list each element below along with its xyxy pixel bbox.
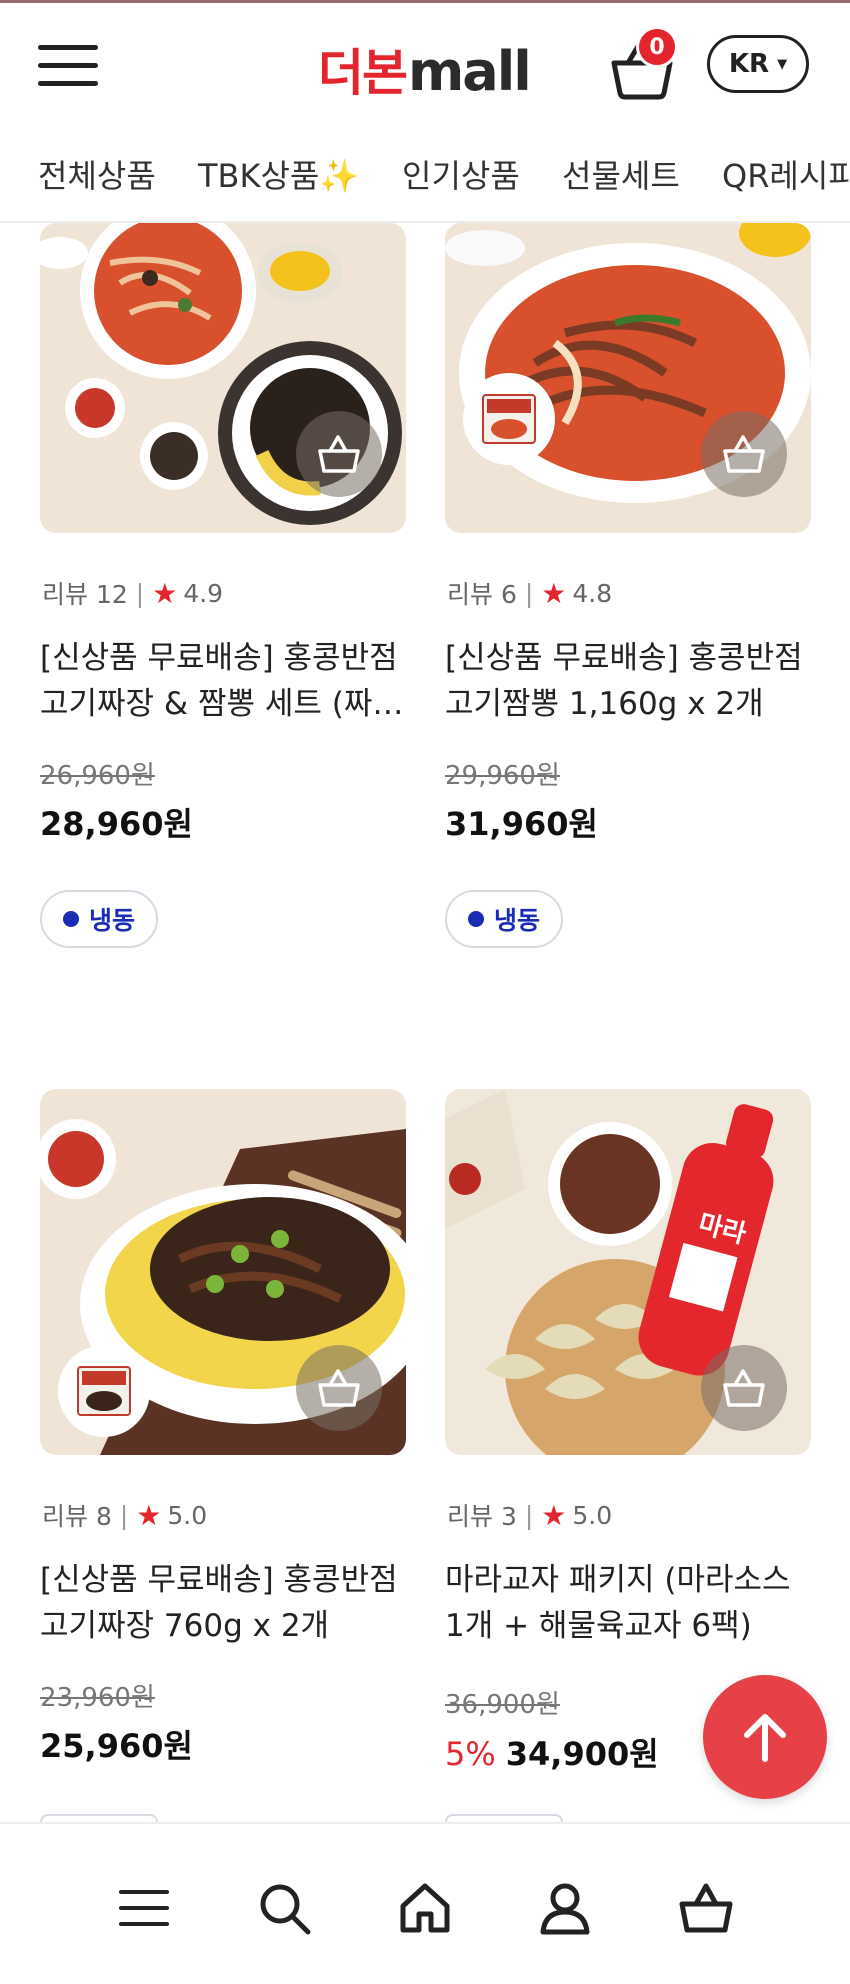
product-title-line: [신상품 무료배송] 홍콩반점: [40, 1562, 398, 1598]
hamburger-icon: [38, 45, 98, 50]
add-to-cart-button[interactable]: [701, 1345, 787, 1431]
search-icon: [260, 1884, 311, 1935]
review-rating: 리뷰 3 | ★ 5.0: [447, 1497, 612, 1533]
bottom-cart-button[interactable]: [676, 1878, 736, 1938]
product-title-line: 고기짜장 & 짬뽕 세트 (짜…: [40, 686, 404, 722]
bottom-navigation: [0, 1822, 850, 1984]
product-title-line: [신상품 무료배송] 홍콩반점: [445, 640, 803, 676]
package-icon: [482, 394, 536, 444]
product-title[interactable]: [신상품 무료배송] 홍콩반점 고기짬뽕 1,160g x 2개: [445, 635, 811, 727]
price-value: 34,900원: [505, 1735, 659, 1773]
bottom-search-button[interactable]: [254, 1878, 314, 1938]
product-title-line: [신상품 무료배송] 홍콩반점: [40, 640, 398, 676]
add-to-cart-button[interactable]: [296, 411, 382, 497]
add-to-cart-button[interactable]: [296, 1345, 382, 1431]
product-title-line: 1개 + 해물육교자 6팩): [445, 1608, 752, 1644]
package-badge: [463, 373, 555, 465]
divider: |: [524, 578, 534, 608]
tag-label: 냉동: [493, 906, 540, 935]
sale-price: 5% 34,900원: [445, 1729, 659, 1775]
rating-value: 5.0: [167, 1500, 208, 1530]
arrow-up-icon: [744, 1714, 786, 1762]
star-icon: ★: [541, 576, 567, 610]
basket-icon: [679, 1883, 733, 1933]
language-label: KR: [728, 49, 770, 79]
product-image[interactable]: [445, 223, 811, 533]
caret-down-icon: ▼: [777, 56, 788, 72]
product-image[interactable]: [40, 1089, 406, 1455]
rating-value: 4.9: [183, 578, 224, 608]
original-price: 26,960원: [40, 761, 155, 791]
hamburger-icon-bar: [38, 81, 98, 86]
basket-icon: [723, 435, 765, 473]
basket-icon: [318, 435, 360, 473]
frozen-tag: 냉동: [445, 890, 563, 948]
product-title-line: 고기짜장 760g x 2개: [40, 1608, 330, 1644]
package-badge: [58, 1345, 150, 1437]
package-icon: [77, 1366, 131, 1416]
dot-icon: [467, 911, 484, 927]
cart-count-badge: 0: [636, 26, 678, 68]
price-value: 31,960원: [445, 805, 598, 843]
tag-peek: [445, 1814, 563, 1822]
star-icon: ★: [136, 1498, 162, 1532]
brand-logo[interactable]: 더본 mall: [318, 33, 532, 103]
review-count: 리뷰 6: [447, 580, 517, 609]
app-header: 더본 mall 0 KR ▼: [0, 3, 850, 125]
add-to-cart-button[interactable]: [701, 411, 787, 497]
bottom-menu-button[interactable]: [114, 1878, 174, 1938]
discount-rate: 5%: [445, 1735, 496, 1773]
review-count: 리뷰 3: [447, 1502, 517, 1531]
product-title[interactable]: [신상품 무료배송] 홍콩반점 고기짜장 760g x 2개: [40, 1557, 406, 1649]
sale-price: 31,960원: [445, 799, 598, 845]
divider: |: [524, 1500, 534, 1530]
review-rating: 리뷰 12 | ★ 4.9: [42, 575, 223, 611]
star-icon: ★: [152, 576, 178, 610]
price-value: 25,960원: [40, 1727, 193, 1765]
product-title[interactable]: 마라교자 패키지 (마라소스 1개 + 해물육교자 6팩): [445, 1557, 811, 1649]
product-title-line: 마라교자 패키지 (마라소스: [445, 1562, 791, 1598]
rating-value: 4.8: [572, 578, 613, 608]
dot-icon: [62, 911, 79, 927]
product-card[interactable]: 리뷰 8 | ★ 5.0 [신상품 무료배송] 홍콩반점 고기짜장 760g x…: [40, 1089, 406, 1829]
price-value: 28,960원: [40, 805, 193, 843]
product-image[interactable]: [40, 223, 406, 533]
rating-value: 5.0: [572, 1500, 613, 1530]
tag-label: 냉동: [88, 906, 135, 935]
review-rating: 리뷰 6 | ★ 4.8: [447, 575, 612, 611]
hamburger-icon-bar: [38, 63, 98, 68]
review-count: 리뷰 8: [42, 1502, 112, 1531]
frozen-tag: 냉동: [40, 890, 158, 948]
product-title-line: 고기짬뽕 1,160g x 2개: [445, 686, 764, 722]
user-icon: [540, 1883, 590, 1935]
hamburger-icon: [119, 1890, 169, 1926]
bottom-home-button[interactable]: [395, 1878, 455, 1938]
review-rating: 리뷰 8 | ★ 5.0: [42, 1497, 207, 1533]
star-icon: ★: [541, 1498, 567, 1532]
original-price: 23,960원: [40, 1683, 155, 1713]
product-card[interactable]: 리뷰 6 | ★ 4.8 [신상품 무료배송] 홍콩반점 고기짬뽕 1,160g…: [445, 167, 811, 967]
scroll-to-top-button[interactable]: [703, 1675, 827, 1799]
divider: |: [135, 578, 145, 608]
basket-icon: [318, 1369, 360, 1407]
product-card[interactable]: 리뷰 12 | ★ 4.9 [신상품 무료배송] 홍콩반점 고기짜장 & 짬뽕 …: [40, 167, 406, 967]
product-image[interactable]: 마라: [445, 1089, 811, 1455]
sale-price: 25,960원: [40, 1721, 193, 1767]
menu-button[interactable]: [38, 43, 100, 89]
divider: |: [119, 1500, 129, 1530]
product-title[interactable]: [신상품 무료배송] 홍콩반점 고기짜장 & 짬뽕 세트 (짜…: [40, 635, 406, 727]
original-price: 29,960원: [445, 761, 560, 791]
bottom-account-button[interactable]: [535, 1878, 595, 1938]
logo-english: mall: [408, 40, 532, 103]
tag-peek: [40, 1814, 158, 1822]
basket-icon: [723, 1369, 765, 1407]
language-selector[interactable]: KR ▼: [707, 35, 809, 93]
sale-price: 28,960원: [40, 799, 193, 845]
review-count: 리뷰 12: [42, 580, 128, 609]
home-icon: [400, 1883, 450, 1933]
original-price: 36,900원: [445, 1690, 560, 1720]
logo-korean: 더본: [318, 44, 408, 102]
